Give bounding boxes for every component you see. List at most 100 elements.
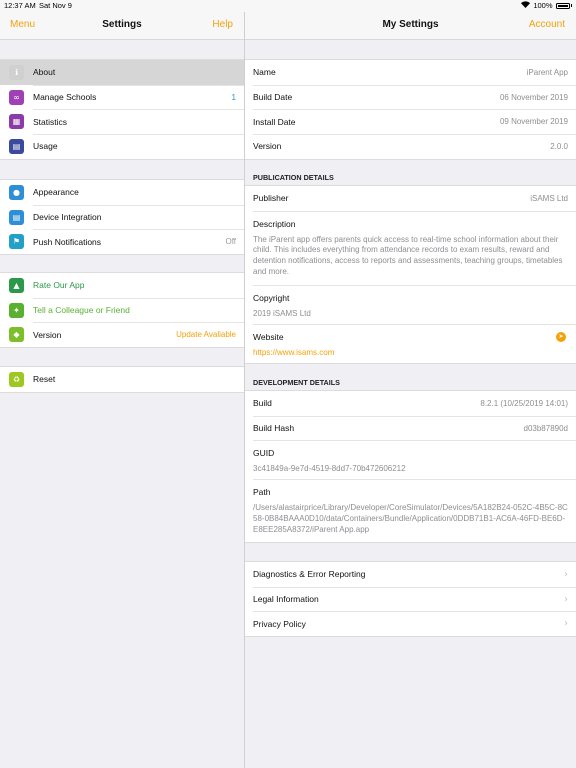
account-button[interactable]: Account	[529, 19, 565, 30]
chevron-right-icon: ›	[564, 593, 568, 605]
battery-percent: 100%	[533, 1, 553, 10]
menu-item-label: Usage	[33, 141, 58, 152]
info-value: iParent App	[526, 67, 568, 77]
my-settings-content: Name iParent App Build Date 06 November …	[245, 40, 576, 768]
legal-information-link[interactable]: Legal Information ›	[245, 586, 576, 612]
info-row-install-date: Install Date 09 November 2019	[245, 109, 576, 134]
chevron-right-icon: ›	[564, 618, 568, 630]
publication-section-header: PUBLICATION DETAILS	[253, 173, 334, 182]
link-icon: ∞	[9, 89, 24, 105]
info-icon: ℹ	[9, 65, 24, 80]
build-row: Build 8.2.1 (10/25/2019 14:01)	[245, 391, 576, 416]
menu-item-label: Manage Schools	[33, 92, 97, 103]
menu-item-reset[interactable]: ♻ Reset	[0, 367, 244, 392]
guid-value: 3c41849a-9e7d-4519-8dd7-70b472606212	[253, 464, 406, 474]
menu-item-statistics[interactable]: ▦ Statistics	[0, 109, 244, 134]
help-button[interactable]: Help	[212, 19, 233, 30]
menu-item-label: Tell a Colleague or Friend	[33, 305, 130, 316]
update-available-label: Update Avaliable	[176, 330, 236, 340]
menu-item-push-notifications[interactable]: ⚑ Push Notifications Off	[0, 229, 244, 254]
menu-item-version[interactable]: ◆ Version Update Avaliable	[0, 322, 244, 347]
info-label: Version	[253, 141, 282, 152]
copyright-label: Copyright	[253, 292, 290, 303]
website-label: Website	[253, 331, 284, 342]
build-hash-value: d03b87890d	[523, 423, 569, 433]
info-label: Build Date	[253, 92, 293, 103]
settings-group-share: ▲ Rate Our App ✦ Tell a Colleague or Fri…	[0, 272, 244, 349]
menu-item-label: Device Integration	[33, 212, 102, 223]
status-date: Sat Nov 9	[39, 1, 72, 10]
description-label: Description	[253, 218, 296, 229]
my-settings-navbar: My Settings Account	[245, 12, 576, 40]
info-value: 06 November 2019	[499, 92, 568, 102]
link-label: Privacy Policy	[253, 618, 306, 629]
battery-icon	[555, 2, 570, 9]
push-notifications-status: Off	[225, 237, 236, 247]
publisher-row: Publisher iSAMS Ltd	[245, 186, 576, 211]
link-label: Legal Information	[253, 594, 319, 605]
info-value: 2.0.0	[550, 141, 568, 151]
development-section-header: DEVELOPMENT DETAILS	[253, 378, 340, 387]
path-row: Path /Users/alastairprice/Library/Develo…	[245, 479, 576, 542]
flag-icon: ⚑	[9, 234, 24, 250]
menu-item-label: About	[33, 67, 56, 78]
publisher-value: iSAMS Ltd	[530, 193, 568, 203]
menu-button[interactable]: Menu	[10, 19, 35, 30]
info-label: Name	[253, 67, 276, 78]
menu-item-device-integration[interactable]: ▤ Device Integration	[0, 204, 244, 230]
menu-item-label: Version	[33, 329, 62, 340]
info-row-name: Name iParent App	[245, 60, 576, 85]
settings-navbar: Settings Menu Help	[0, 12, 244, 40]
calculator-icon: ▤	[9, 209, 24, 225]
info-row-version: Version 2.0.0	[245, 134, 576, 159]
menu-item-manage-schools[interactable]: ∞ Manage Schools 1	[0, 84, 244, 110]
presentation-icon: ▦	[9, 114, 24, 130]
open-link-icon[interactable]: ➤	[556, 331, 566, 342]
build-label: Build	[253, 398, 272, 409]
settings-menu: ℹ About ∞ Manage Schools 1 ▦ Statistics …	[0, 40, 244, 768]
path-value: /Users/alastairprice/Library/Developer/C…	[253, 503, 568, 534]
menu-item-label: Reset	[33, 374, 56, 385]
palette-icon: ●	[9, 185, 24, 200]
website-link[interactable]: https://www.isams.com	[253, 348, 568, 359]
status-bar: 12:37 AM Sat Nov 9 100%	[0, 0, 576, 12]
path-label: Path	[253, 487, 271, 498]
build-hash-row: Build Hash d03b87890d	[245, 415, 576, 441]
copyright-value: 2019 iSAMS Ltd	[253, 308, 311, 318]
menu-item-label: Rate Our App	[33, 280, 85, 291]
schools-count: 1	[231, 92, 236, 102]
wifi-icon	[521, 1, 531, 10]
info-row-build-date: Build Date 06 November 2019	[245, 84, 576, 110]
build-hash-label: Build Hash	[253, 423, 295, 434]
menu-item-about[interactable]: ℹ About	[0, 60, 244, 85]
menu-item-tell-colleague[interactable]: ✦ Tell a Colleague or Friend	[0, 297, 244, 323]
development-group: Build 8.2.1 (10/25/2019 14:01) Build Has…	[245, 390, 576, 544]
menu-item-label: Push Notifications	[33, 236, 102, 247]
copyright-row: Copyright 2019 iSAMS Ltd	[245, 284, 576, 324]
build-value: 8.2.1 (10/25/2019 14:01)	[480, 398, 568, 408]
chevron-right-icon: ›	[564, 568, 568, 580]
link-label: Diagnostics & Error Reporting	[253, 569, 366, 580]
settings-group-general: ℹ About ∞ Manage Schools 1 ▦ Statistics …	[0, 59, 244, 160]
menu-item-rate-app[interactable]: ▲ Rate Our App	[0, 273, 244, 298]
legal-links-group: Diagnostics & Error Reporting › Legal In…	[245, 561, 576, 638]
website-row[interactable]: Website https://www.isams.com ➤	[245, 323, 576, 363]
share-icon: ✦	[9, 302, 24, 318]
description-row: Description The iParent app offers paren…	[245, 210, 576, 285]
guid-label: GUID	[253, 448, 275, 459]
status-time: 12:37 AM	[4, 1, 36, 10]
guid-row: GUID 3c41849a-9e7d-4519-8dd7-70b47260621…	[245, 440, 576, 479]
settings-title: Settings	[102, 19, 142, 30]
thumbs-up-icon: ▲	[9, 278, 24, 293]
info-value: 09 November 2019	[499, 117, 568, 127]
app-info-group: Name iParent App Build Date 06 November …	[245, 59, 576, 160]
settings-group-reset: ♻ Reset	[0, 366, 244, 393]
tag-icon: ◆	[9, 327, 24, 343]
diagnostics-link[interactable]: Diagnostics & Error Reporting ›	[245, 562, 576, 587]
menu-item-appearance[interactable]: ● Appearance	[0, 180, 244, 205]
privacy-policy-link[interactable]: Privacy Policy ›	[245, 611, 576, 636]
menu-item-usage[interactable]: ▤ Usage	[0, 134, 244, 159]
bar-chart-icon: ▤	[9, 139, 24, 155]
publication-group: Publisher iSAMS Ltd Description The iPar…	[245, 185, 576, 364]
menu-item-label: Appearance	[33, 187, 79, 198]
